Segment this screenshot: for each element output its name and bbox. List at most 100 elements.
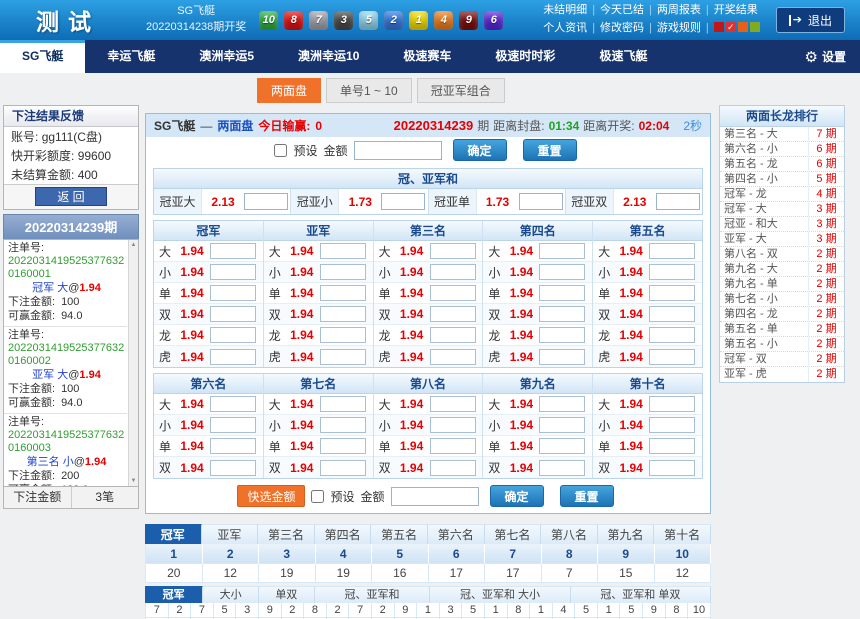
- bet-amount-input[interactable]: [320, 460, 366, 476]
- bets-scrollbar[interactable]: ▲ ▼: [128, 240, 138, 486]
- nav-tab-2[interactable]: 澳洲幸运5: [177, 40, 276, 73]
- bet-amount-input[interactable]: [210, 349, 256, 365]
- nav-tab-3[interactable]: 澳洲幸运10: [276, 40, 381, 73]
- board-subtab-1[interactable]: 单号1 ~ 10: [326, 78, 412, 103]
- bet-amount-input[interactable]: [649, 396, 695, 412]
- odds-value[interactable]: 1.94: [504, 461, 538, 475]
- bet-amount-input[interactable]: [430, 438, 476, 454]
- history-tab-3[interactable]: 第四名: [315, 524, 372, 544]
- bet-amount-input[interactable]: [210, 438, 256, 454]
- theme-color-square[interactable]: ✓: [726, 22, 736, 32]
- bet-amount-input[interactable]: [320, 243, 366, 259]
- history-tab-8[interactable]: 第九名: [598, 524, 655, 544]
- bet-amount-input[interactable]: [649, 417, 695, 433]
- bet-amount-input[interactable]: [244, 193, 288, 210]
- odds-value[interactable]: 1.94: [614, 397, 648, 411]
- odds-value[interactable]: 1.94: [175, 307, 209, 321]
- result-history-tab-3[interactable]: 冠、亚军和: [315, 586, 431, 603]
- bet-amount-input[interactable]: [320, 349, 366, 365]
- bet-amount-input[interactable]: [320, 396, 366, 412]
- odds-value[interactable]: 1.94: [395, 461, 429, 475]
- bet-amount-input[interactable]: [320, 285, 366, 301]
- odds-value[interactable]: 2.13: [614, 195, 656, 209]
- odds-value[interactable]: 1.94: [395, 244, 429, 258]
- history-tab-2[interactable]: 第三名: [258, 524, 315, 544]
- header-link[interactable]: 修改密码: [600, 22, 644, 34]
- odds-value[interactable]: 1.94: [395, 397, 429, 411]
- odds-value[interactable]: 1.94: [285, 439, 319, 453]
- odds-value[interactable]: 1.94: [285, 461, 319, 475]
- odds-value[interactable]: 1.94: [175, 286, 209, 300]
- bet-amount-input[interactable]: [539, 243, 585, 259]
- bet-amount-input[interactable]: [210, 417, 256, 433]
- bet-amount-input[interactable]: [649, 349, 695, 365]
- odds-value[interactable]: 1.94: [395, 265, 429, 279]
- history-tab-7[interactable]: 第八名: [541, 524, 598, 544]
- bet-amount-input[interactable]: [320, 327, 366, 343]
- bet-amount-input[interactable]: [539, 460, 585, 476]
- odds-value[interactable]: 1.94: [614, 307, 648, 321]
- bet-amount-input[interactable]: [539, 327, 585, 343]
- odds-value[interactable]: 1.94: [614, 439, 648, 453]
- bet-amount-input[interactable]: [210, 460, 256, 476]
- history-tab-6[interactable]: 第七名: [485, 524, 542, 544]
- header-link[interactable]: 开奖结果: [714, 4, 758, 16]
- odds-value[interactable]: 1.94: [285, 397, 319, 411]
- scroll-down-icon[interactable]: ▼: [131, 478, 137, 484]
- odds-value[interactable]: 1.94: [614, 244, 648, 258]
- result-history-tab-2[interactable]: 单双: [259, 586, 315, 603]
- bet-amount-input[interactable]: [519, 193, 563, 210]
- odds-value[interactable]: 1.94: [175, 265, 209, 279]
- odds-value[interactable]: 1.94: [395, 350, 429, 364]
- odds-value[interactable]: 1.94: [395, 328, 429, 342]
- bet-amount-input[interactable]: [430, 285, 476, 301]
- odds-value[interactable]: 1.94: [504, 418, 538, 432]
- bet-amount-input[interactable]: [539, 396, 585, 412]
- history-tab-9[interactable]: 第十名: [654, 524, 711, 544]
- confirm-button[interactable]: 确定: [490, 485, 544, 507]
- bet-amount-input[interactable]: [649, 306, 695, 322]
- bet-amount-input[interactable]: [649, 264, 695, 280]
- bet-amount-input[interactable]: [210, 306, 256, 322]
- nav-tab-1[interactable]: 幸运飞艇: [85, 40, 177, 73]
- theme-color-square[interactable]: [750, 22, 760, 32]
- bet-amount-input[interactable]: [320, 438, 366, 454]
- nav-tab-4[interactable]: 极速赛车: [381, 40, 473, 73]
- odds-value[interactable]: 1.94: [175, 328, 209, 342]
- odds-value[interactable]: 1.94: [395, 439, 429, 453]
- bet-amount-input[interactable]: [539, 264, 585, 280]
- bet-amount-input[interactable]: [210, 327, 256, 343]
- bet-amount-input[interactable]: [649, 327, 695, 343]
- odds-value[interactable]: 1.94: [285, 350, 319, 364]
- bet-amount-input[interactable]: [430, 396, 476, 412]
- odds-value[interactable]: 1.94: [504, 244, 538, 258]
- preset-checkbox[interactable]: [274, 144, 287, 157]
- bet-amount-input[interactable]: [649, 243, 695, 259]
- bet-amount-input[interactable]: [210, 243, 256, 259]
- odds-value[interactable]: 1.94: [175, 461, 209, 475]
- odds-value[interactable]: 1.94: [395, 286, 429, 300]
- quick-amount-button[interactable]: 快选金额: [237, 485, 305, 507]
- history-tab-5[interactable]: 第六名: [428, 524, 485, 544]
- board-subtab-2[interactable]: 冠亚军组合: [417, 78, 505, 103]
- odds-value[interactable]: 1.94: [175, 439, 209, 453]
- bet-amount-input[interactable]: [320, 417, 366, 433]
- odds-value[interactable]: 1.94: [175, 350, 209, 364]
- bet-amount-input[interactable]: [539, 306, 585, 322]
- odds-value[interactable]: 1.94: [175, 397, 209, 411]
- odds-value[interactable]: 1.94: [395, 307, 429, 321]
- preset-amount-input[interactable]: [354, 141, 442, 160]
- odds-value[interactable]: 1.94: [285, 307, 319, 321]
- header-link[interactable]: 未结明细: [543, 4, 587, 16]
- result-history-tab-0[interactable]: 冠军: [145, 586, 203, 603]
- bet-amount-input[interactable]: [430, 417, 476, 433]
- odds-value[interactable]: 1.94: [504, 350, 538, 364]
- reset-button[interactable]: 重置: [560, 485, 614, 507]
- bet-amount-input[interactable]: [649, 285, 695, 301]
- odds-value[interactable]: 1.94: [504, 328, 538, 342]
- odds-value[interactable]: 1.94: [504, 307, 538, 321]
- reset-button[interactable]: 重置: [523, 139, 577, 161]
- nav-tab-0[interactable]: SG飞艇: [0, 40, 85, 73]
- bet-amount-input[interactable]: [649, 438, 695, 454]
- result-history-tab-4[interactable]: 冠、亚军和 大小: [430, 586, 570, 603]
